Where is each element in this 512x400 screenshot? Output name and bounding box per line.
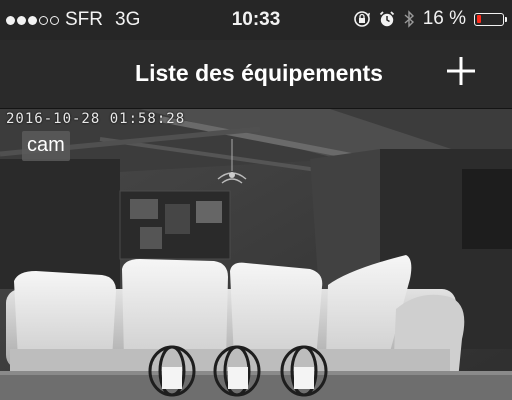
plus-icon [447,57,475,85]
status-bar: SFR 3G 10:33 16 % [0,0,512,40]
battery-icon [474,12,507,26]
bluetooth-icon [404,10,414,28]
camera-timestamp: 2016-10-28 01:58:28 [6,111,186,127]
page-title: Liste des équipements [135,60,383,86]
rotation-lock-icon [353,11,370,27]
battery-percent: 16 % [422,8,466,29]
status-right: 16 % [353,8,507,30]
battery-level-fill [476,15,481,23]
camera-feed[interactable] [0,109,512,400]
nav-bar: Liste des équipements [0,40,512,109]
add-device-button[interactable] [444,54,478,88]
camera-name-label: cam [22,131,70,161]
app-screen: SFR 3G 10:33 16 % Liste des équipements … [0,0,512,400]
camera-image [0,109,512,400]
alarm-icon [379,11,394,27]
